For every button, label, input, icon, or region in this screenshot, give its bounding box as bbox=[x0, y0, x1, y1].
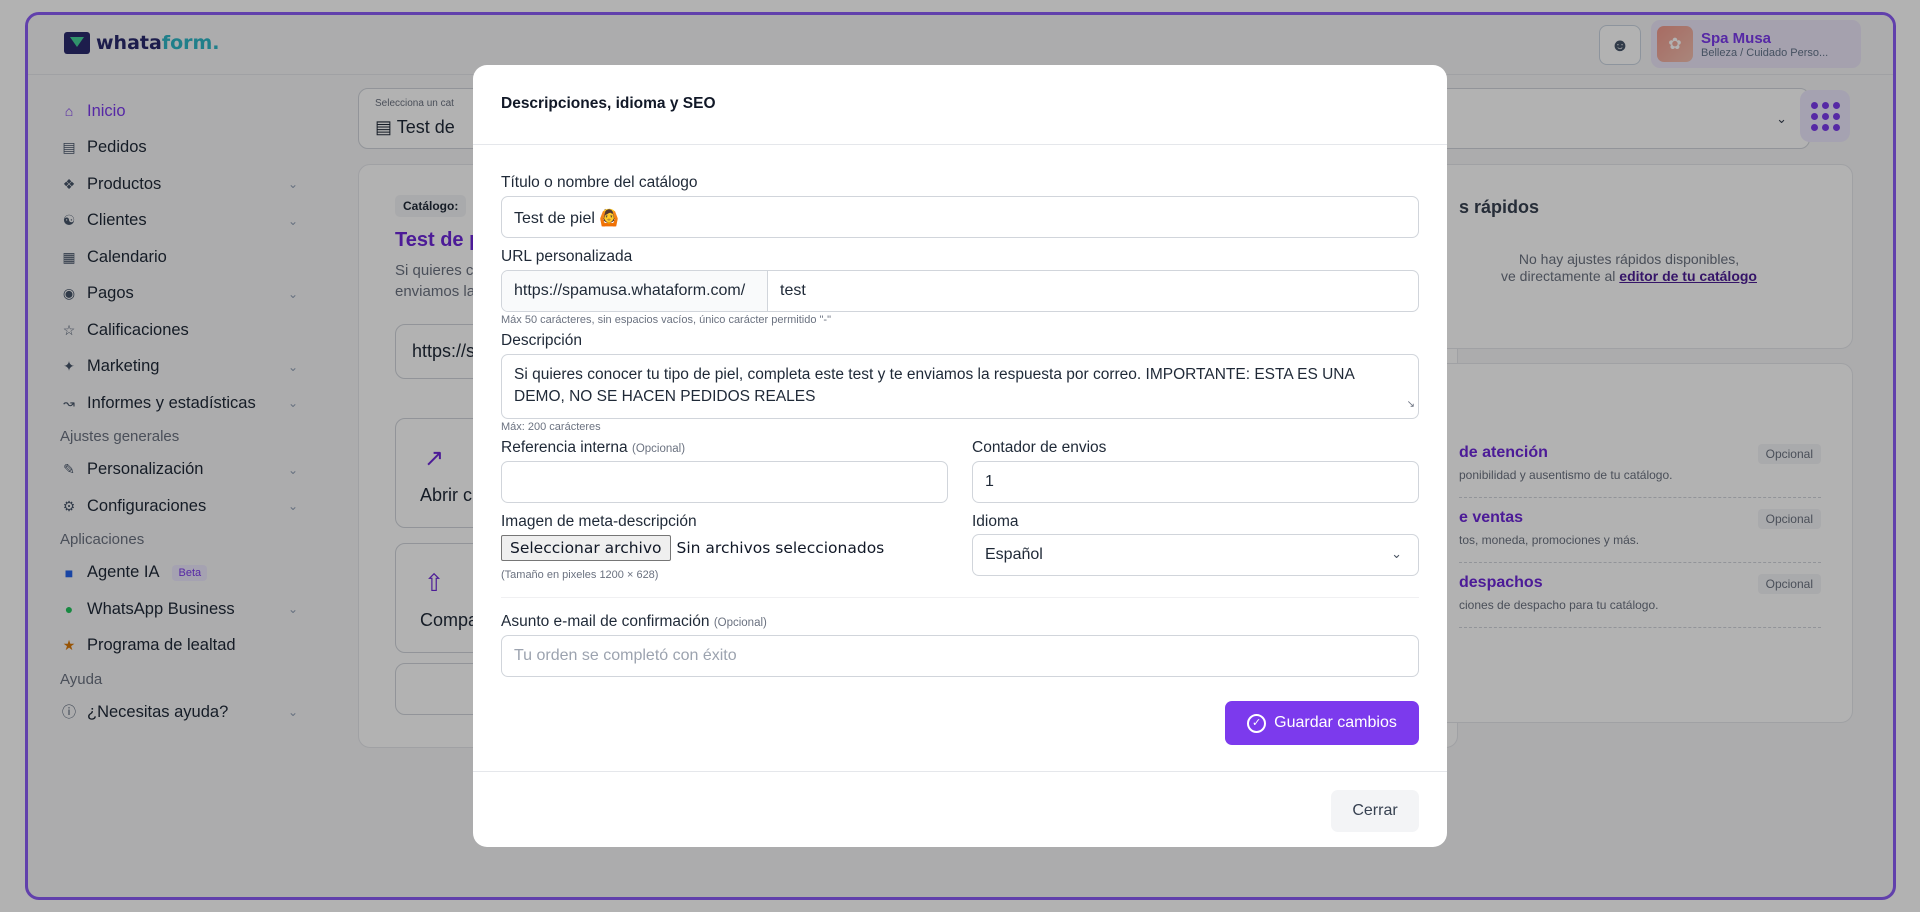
description-textarea[interactable]: Si quieres conocer tu tipo de piel, comp… bbox=[501, 354, 1419, 419]
select-file-button[interactable]: Seleccionar archivo bbox=[501, 535, 671, 561]
internal-ref-label-text: Referencia interna bbox=[501, 439, 628, 456]
save-changes-button[interactable]: ✓ Guardar cambios bbox=[1225, 701, 1419, 745]
meta-image-label: Imagen de meta-descripción bbox=[501, 513, 697, 530]
url-label: URL personalizada bbox=[501, 248, 633, 265]
description-line: Si quieres conocer tu tipo de piel, comp… bbox=[514, 366, 1355, 383]
counter-label: Contador de envios bbox=[972, 439, 1107, 456]
description-line: DEMO, NO SE HACEN PEDIDOS REALES bbox=[514, 388, 816, 405]
email-subject-label: Asunto e-mail de confirmación (Opcional) bbox=[501, 613, 767, 631]
url-slug-input[interactable]: test bbox=[768, 271, 1418, 311]
modal-footer: Cerrar bbox=[473, 771, 1447, 847]
optional-tag: (Opcional) bbox=[713, 617, 767, 629]
email-subject-input[interactable]: Tu orden se completó con éxito bbox=[501, 635, 1419, 677]
chevron-down-icon: ⌄ bbox=[1391, 546, 1402, 561]
file-upload: Seleccionar archivo Sin archivos selecci… bbox=[501, 535, 884, 561]
divider bbox=[501, 597, 1419, 598]
language-select[interactable]: Español ⌄ bbox=[972, 534, 1419, 576]
catalog-name-label: Título o nombre del catálogo bbox=[501, 174, 698, 191]
seo-settings-modal: Descripciones, idioma y SEO Título o nom… bbox=[473, 65, 1447, 847]
language-label: Idioma bbox=[972, 513, 1019, 530]
description-label: Descripción bbox=[501, 332, 582, 349]
description-hint: Máx: 200 carácteres bbox=[501, 421, 601, 433]
modal-title: Descripciones, idioma y SEO bbox=[501, 95, 716, 112]
modal-header: Descripciones, idioma y SEO bbox=[473, 65, 1447, 145]
email-subject-label-text: Asunto e-mail de confirmación bbox=[501, 613, 710, 630]
counter-input[interactable]: 1 bbox=[972, 461, 1419, 503]
file-status: Sin archivos seleccionados bbox=[676, 539, 885, 557]
url-prefix: https://spamusa.whataform.com/ bbox=[502, 271, 768, 311]
url-hint: Máx 50 carácteres, sin espacios vacíos, … bbox=[501, 314, 831, 326]
optional-tag: (Opcional) bbox=[631, 443, 686, 455]
save-changes-label: Guardar cambios bbox=[1274, 714, 1397, 731]
catalog-name-input[interactable]: Test de piel 🙆 bbox=[501, 196, 1419, 238]
url-input-group: https://spamusa.whataform.com/ test bbox=[501, 270, 1419, 312]
resize-handle-icon[interactable]: ↘ bbox=[1407, 394, 1415, 416]
language-select-value: Español bbox=[985, 546, 1043, 563]
internal-ref-label: Referencia interna (Opcional) bbox=[501, 439, 685, 457]
close-button[interactable]: Cerrar bbox=[1331, 790, 1419, 832]
internal-ref-input[interactable] bbox=[501, 461, 948, 503]
meta-image-hint: (Tamaño en pixeles 1200 × 628) bbox=[501, 569, 659, 581]
check-circle-icon: ✓ bbox=[1247, 713, 1267, 733]
